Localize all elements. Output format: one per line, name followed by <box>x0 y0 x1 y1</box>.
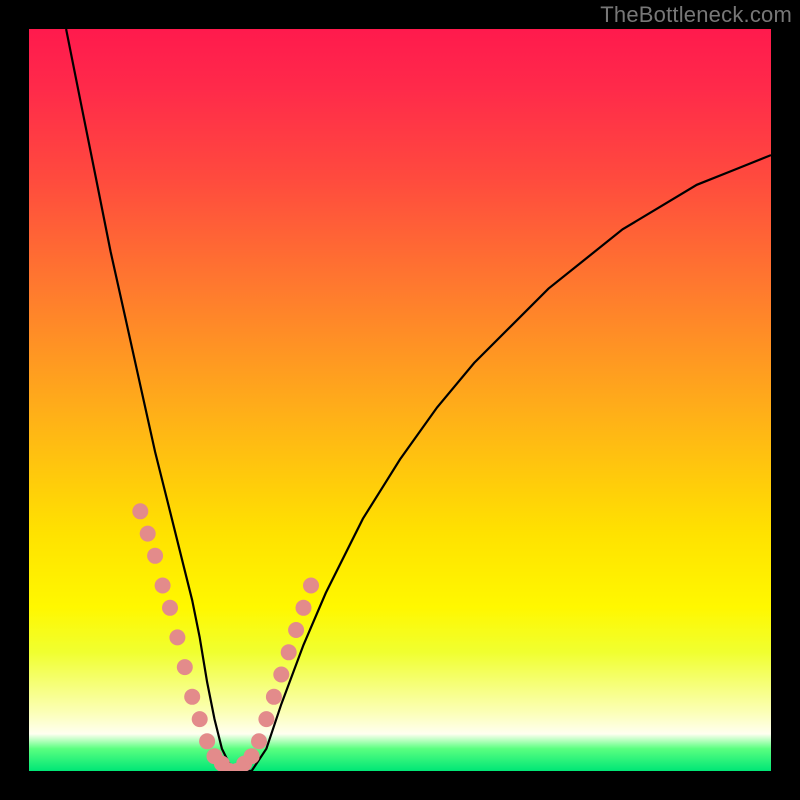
chart-frame: TheBottleneck.com <box>0 0 800 800</box>
watermark-text: TheBottleneck.com <box>600 2 792 28</box>
highlight-dot <box>162 600 178 616</box>
highlight-dot <box>251 733 267 749</box>
highlight-dot <box>266 689 282 705</box>
highlight-dot <box>192 711 208 727</box>
chart-svg <box>29 29 771 771</box>
plot-area <box>29 29 771 771</box>
bottleneck-curve <box>66 29 771 771</box>
highlight-dot <box>288 622 304 638</box>
highlight-dot <box>244 748 260 764</box>
highlight-dot <box>273 667 289 683</box>
highlight-dot <box>184 689 200 705</box>
highlight-dot <box>132 503 148 519</box>
highlight-dot <box>155 578 171 594</box>
highlight-dot <box>281 644 297 660</box>
highlight-dot <box>303 578 319 594</box>
highlight-dot <box>147 548 163 564</box>
highlight-dot <box>258 711 274 727</box>
highlight-dot <box>140 526 156 542</box>
highlight-dot <box>169 629 185 645</box>
highlight-dot <box>199 733 215 749</box>
dots-left-branch <box>132 503 230 771</box>
highlight-dot <box>177 659 193 675</box>
highlight-dot <box>296 600 312 616</box>
dots-right-branch <box>221 578 319 772</box>
